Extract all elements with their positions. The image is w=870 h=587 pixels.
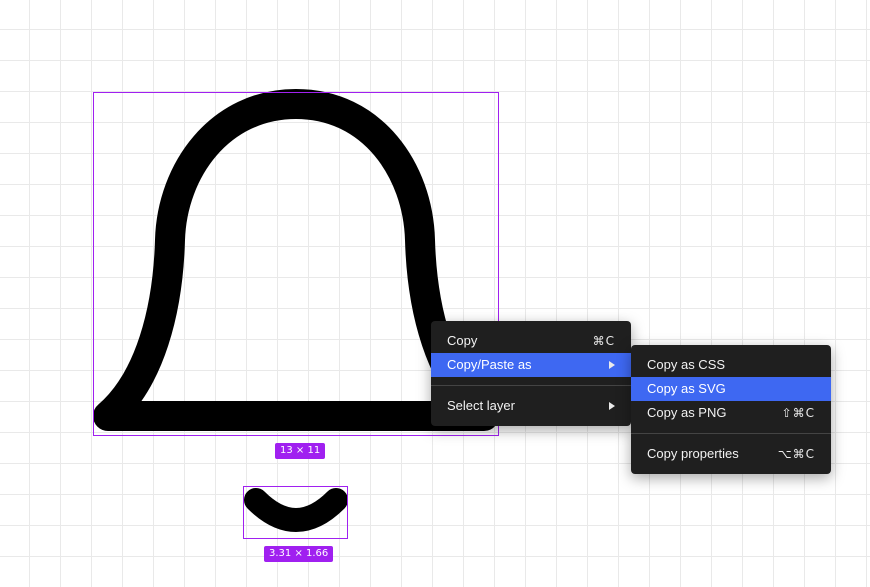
menu-item-copy-label: Copy [447, 333, 478, 348]
menu-separator [431, 385, 631, 386]
submenu-item-copy-properties[interactable]: Copy properties ⌥⌘C [631, 442, 831, 466]
menu-separator [631, 433, 831, 434]
submenu-item-copy-properties-shortcut: ⌥⌘C [777, 447, 815, 461]
submenu-item-copy-css[interactable]: Copy as CSS [631, 353, 831, 377]
menu-item-select-layer[interactable]: Select layer [431, 394, 631, 418]
menu-item-copy[interactable]: Copy ⌘C [431, 329, 631, 353]
submenu-arrow-icon [609, 361, 615, 369]
clapper-dimension-label: 3.31 × 1.66 [264, 546, 334, 562]
copy-as-submenu: Copy as CSS Copy as SVG Copy as PNG ⇧⌘C … [631, 345, 831, 474]
submenu-item-copy-png-label: Copy as PNG [647, 405, 727, 420]
submenu-item-copy-properties-label: Copy properties [647, 446, 739, 461]
submenu-item-copy-svg[interactable]: Copy as SVG [631, 377, 831, 401]
submenu-item-copy-png-shortcut: ⇧⌘C [781, 406, 815, 420]
context-menu: Copy ⌘C Copy/Paste as Select layer [431, 321, 631, 426]
menu-item-select-layer-label: Select layer [447, 398, 515, 413]
submenu-arrow-icon [609, 402, 615, 410]
menu-item-copy-paste-as-label: Copy/Paste as [447, 357, 532, 372]
bell-shape[interactable] [0, 0, 870, 587]
bell-dimension-label: 13 × 11 [275, 443, 326, 459]
menu-item-copy-shortcut: ⌘C [592, 334, 615, 348]
submenu-item-copy-svg-label: Copy as SVG [647, 381, 726, 396]
submenu-item-copy-css-label: Copy as CSS [647, 357, 726, 372]
submenu-item-copy-png[interactable]: Copy as PNG ⇧⌘C [631, 401, 831, 425]
menu-item-copy-paste-as[interactable]: Copy/Paste as [431, 353, 631, 377]
